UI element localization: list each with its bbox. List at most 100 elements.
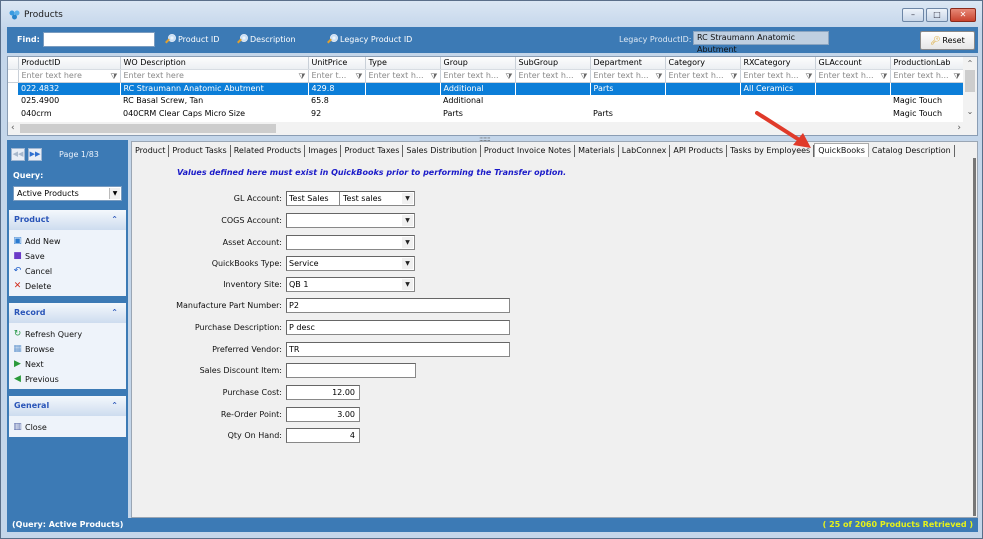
filter-icon[interactable]: ⧩ <box>505 72 512 82</box>
column-header[interactable]: Type <box>365 57 441 70</box>
sales-discount-item-input[interactable] <box>286 363 416 378</box>
column-filter-input[interactable]: Enter text h... ⧩ <box>590 69 666 83</box>
cancel-button[interactable]: ↶ Cancel <box>12 264 126 279</box>
column-filter-input[interactable]: Enter text h... ⧩ <box>815 69 891 83</box>
column-header[interactable]: Category <box>665 57 741 70</box>
add-new-button[interactable]: ▣ Add New <box>12 234 126 249</box>
collapse-icon[interactable]: ⌃ <box>111 303 118 323</box>
scroll-left-icon[interactable]: ‹ <box>11 123 15 133</box>
tab-api-products[interactable]: API Products <box>670 145 728 157</box>
inventory-site-select[interactable]: QB 1 ▼ <box>286 277 415 292</box>
previous-record-button[interactable]: ◀ Previous <box>12 372 126 387</box>
preferred-vendor-input[interactable]: TR <box>286 342 510 357</box>
column-filter-input[interactable]: Enter text h... ⧩ <box>365 69 441 83</box>
column-filter-input[interactable]: Enter text here ⧩ <box>120 69 309 83</box>
filter-icon[interactable]: ⧩ <box>730 72 737 82</box>
save-button[interactable]: ■ Save <box>12 249 126 264</box>
tab-product-invoice-notes[interactable]: Product Invoice Notes <box>481 145 576 157</box>
grid-vertical-scrollbar[interactable]: ⌃ ⌄ <box>963 57 977 135</box>
delete-button[interactable]: ✕ Delete <box>12 279 126 294</box>
minimize-button[interactable]: – <box>902 8 924 22</box>
purchase-cost-input[interactable]: 12.00 <box>286 385 360 400</box>
quickbooks-type-select[interactable]: Service ▼ <box>286 256 415 271</box>
scroll-thumb[interactable] <box>20 124 276 133</box>
column-filter-input[interactable]: Enter text h... ⧩ <box>890 69 964 83</box>
scroll-down-icon[interactable]: ⌄ <box>963 107 977 116</box>
tab-related-products[interactable]: Related Products <box>231 145 306 157</box>
column-header[interactable]: Department <box>590 57 666 70</box>
filter-icon[interactable]: ⧩ <box>953 72 960 82</box>
panel-header-general[interactable]: General ⌃ <box>9 396 126 416</box>
column-header[interactable]: ProductID <box>18 57 121 70</box>
search-by-legacy-product-id[interactable]: Legacy Product ID <box>327 34 412 44</box>
panel-header-product[interactable]: Product ⌃ <box>9 210 126 230</box>
filter-icon[interactable]: ⧩ <box>655 72 662 82</box>
column-filter-input[interactable]: Enter t... ⧩ <box>308 69 366 83</box>
column-filter-input[interactable]: Enter text here ⧩ <box>18 69 121 83</box>
scroll-right-icon[interactable]: › <box>957 123 961 133</box>
refresh-query-button[interactable]: ↻ Refresh Query <box>12 327 126 342</box>
filter-icon[interactable]: ⧩ <box>880 72 887 82</box>
tab-product-tasks[interactable]: Product Tasks <box>169 145 231 157</box>
chevron-down-icon[interactable]: ▼ <box>402 237 413 248</box>
manufacture-part-number-input[interactable]: P2 <box>286 298 510 313</box>
filter-icon[interactable]: ⧩ <box>298 72 305 82</box>
cogs-account-select[interactable]: ▼ <box>286 213 415 228</box>
reset-button[interactable]: 🔑︎ Reset <box>920 31 975 50</box>
tab-materials[interactable]: Materials <box>575 145 619 157</box>
maximize-button[interactable]: □ <box>926 8 948 22</box>
panel-header-record[interactable]: Record ⌃ <box>9 303 126 323</box>
table-row[interactable]: 022.4832 RC Straumann Anatomic Abutment 42… <box>8 82 964 95</box>
collapse-icon[interactable]: ⌃ <box>111 396 118 416</box>
scroll-thumb[interactable] <box>965 70 975 92</box>
chevron-down-icon[interactable]: ▼ <box>109 188 120 199</box>
purchase-description-input[interactable]: P desc <box>286 320 510 335</box>
gl-account-select[interactable]: Test Sales Test sales ▼ <box>286 191 415 206</box>
reorder-point-input[interactable]: 3.00 <box>286 407 360 422</box>
column-header[interactable]: Group <box>440 57 516 70</box>
next-record-button[interactable]: ▶ Next <box>12 357 126 372</box>
column-filter-input[interactable]: Enter text h... ⧩ <box>440 69 516 83</box>
tab-sales-distribution[interactable]: Sales Distribution <box>403 145 481 157</box>
column-header[interactable]: UnitPrice <box>308 57 366 70</box>
next-page-button[interactable]: ▶▶ <box>28 148 42 161</box>
query-select[interactable]: Active Products ▼ <box>13 186 122 201</box>
filter-icon[interactable]: ⧩ <box>110 72 117 82</box>
grid-horizontal-scrollbar[interactable]: ‹ › <box>8 122 965 135</box>
search-by-description[interactable]: Description <box>237 34 296 44</box>
column-header[interactable]: SubGroup <box>515 57 591 70</box>
asset-account-select[interactable]: ▼ <box>286 235 415 250</box>
table-row[interactable]: 025.4900 RC Basal Screw, Tan 65.8 Additiona… <box>8 95 963 108</box>
filter-icon[interactable]: ⧩ <box>805 72 812 82</box>
row-indicator[interactable] <box>8 107 18 120</box>
collapse-icon[interactable]: ⌃ <box>111 210 118 230</box>
scroll-up-icon[interactable]: ⌃ <box>963 59 977 68</box>
filter-icon[interactable]: ⧩ <box>580 72 587 82</box>
column-header[interactable]: WO Description <box>120 57 309 70</box>
tab-labconnex[interactable]: LabConnex <box>619 145 671 157</box>
tab-product[interactable]: Product <box>132 145 170 157</box>
chevron-down-icon[interactable]: ▼ <box>402 279 413 290</box>
row-indicator[interactable] <box>8 95 18 108</box>
tab-quickbooks[interactable]: QuickBooks <box>814 143 869 157</box>
close-window-button[interactable]: ✕ <box>950 8 976 22</box>
row-indicator[interactable] <box>8 82 18 95</box>
filter-icon[interactable]: ⧩ <box>355 72 362 82</box>
search-by-product-id[interactable]: Product ID <box>165 34 219 44</box>
chevron-down-icon[interactable]: ▼ <box>402 258 413 269</box>
column-header[interactable]: GLAccount <box>815 57 891 70</box>
tab-product-taxes[interactable]: Product Taxes <box>341 145 404 157</box>
previous-page-button[interactable]: ◀◀ <box>11 148 25 161</box>
table-row[interactable]: 040crm 040CRM Clear Caps Micro Size 92 Part… <box>8 107 963 120</box>
column-filter-input[interactable]: Enter text h... ⧩ <box>740 69 816 83</box>
qty-on-hand-input[interactable]: 4 <box>286 428 360 443</box>
column-filter-input[interactable]: Enter text h... ⧩ <box>515 69 591 83</box>
tab-images[interactable]: Images <box>305 145 342 157</box>
column-header[interactable]: ProductionLab <box>890 57 964 70</box>
browse-button[interactable]: ▦ Browse <box>12 342 126 357</box>
chevron-down-icon[interactable]: ▼ <box>402 215 413 226</box>
tab-catalog-description[interactable]: Catalog Description <box>869 145 955 157</box>
find-input[interactable] <box>43 32 155 47</box>
chevron-down-icon[interactable]: ▼ <box>402 193 413 204</box>
column-filter-input[interactable]: Enter text h... ⧩ <box>665 69 741 83</box>
